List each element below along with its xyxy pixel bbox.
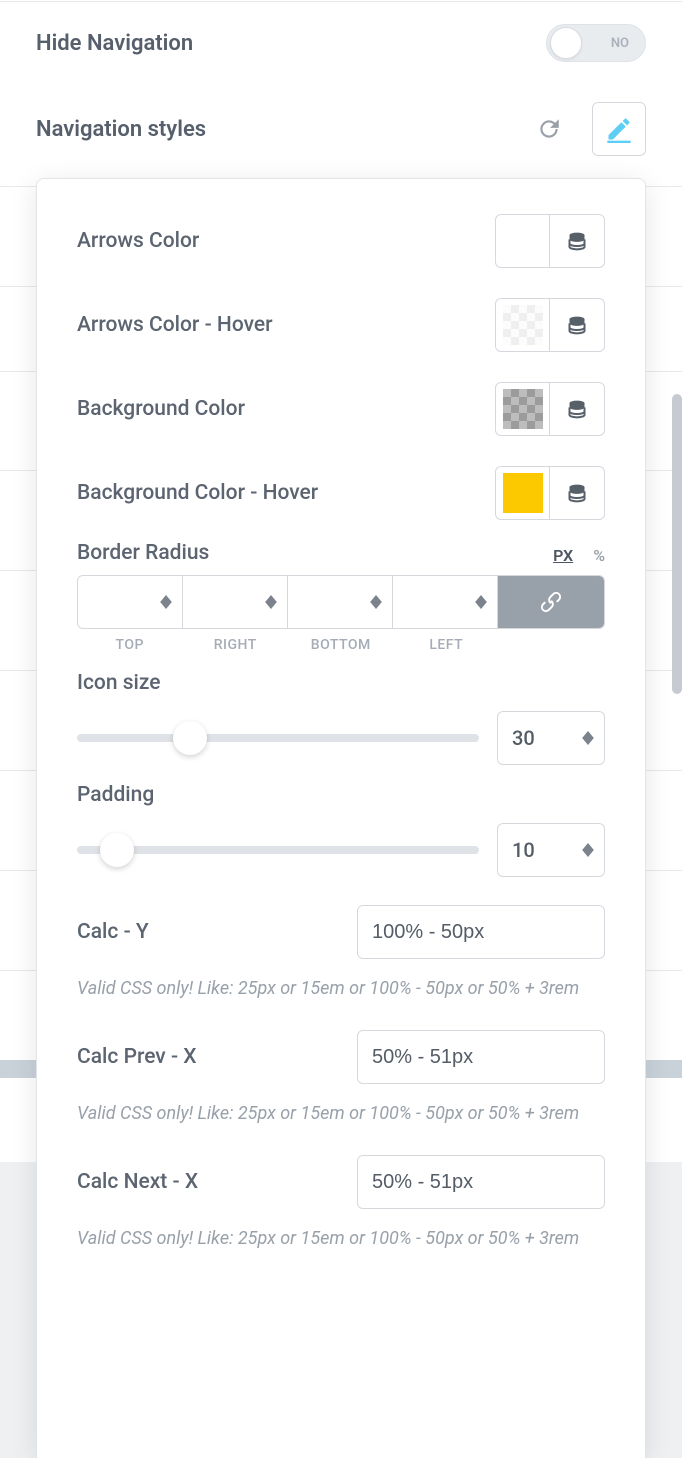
background-color-global-button[interactable]	[550, 383, 604, 435]
border-radius-right-cell	[183, 576, 288, 628]
icon-size-value: 30	[512, 726, 535, 750]
database-icon	[567, 230, 587, 252]
toggle-knob	[550, 27, 582, 59]
border-radius-link-button[interactable]	[498, 576, 604, 628]
background-hover-color-label: Background Color - Hover	[77, 481, 318, 505]
arrows-hover-color-swatch[interactable]	[496, 299, 550, 351]
border-radius-left-cell	[393, 576, 498, 628]
icon-size-section: Icon size 30	[77, 671, 605, 765]
hide-navigation-label: Hide Navigation	[36, 31, 193, 56]
border-radius-left-input[interactable]	[393, 576, 497, 628]
database-icon	[567, 314, 587, 336]
padding-section: Padding 10	[77, 783, 605, 877]
calc-next-hint: Valid CSS only! Like: 25px or 15em or 10…	[77, 1225, 605, 1252]
background-hover-color-swatch[interactable]	[496, 467, 550, 519]
navigation-styles-label: Navigation styles	[36, 117, 206, 142]
toggle-no-text: NO	[611, 36, 645, 51]
arrows-hover-color-global-button[interactable]	[550, 299, 604, 351]
navigation-styles-row: Navigation styles	[0, 86, 682, 172]
scrollbar-thumb[interactable]	[672, 394, 682, 694]
padding-label: Padding	[77, 783, 154, 807]
calc-prev-input[interactable]	[372, 1046, 590, 1069]
calc-next-input-wrap	[357, 1155, 605, 1209]
padding-value: 10	[512, 838, 535, 862]
background-hover-color-global-button[interactable]	[550, 467, 604, 519]
calc-next-input[interactable]	[372, 1171, 590, 1194]
calc-prev-hint: Valid CSS only! Like: 25px or 15em or 10…	[77, 1100, 605, 1127]
calc-next-row: Calc Next - X	[77, 1155, 605, 1209]
padding-slider[interactable]	[77, 823, 479, 877]
side-bottom-label: BOTTOM	[288, 637, 394, 653]
calc-prev-input-wrap	[357, 1030, 605, 1084]
arrows-hover-color-control	[495, 298, 605, 352]
icon-size-stepper[interactable]	[582, 731, 594, 745]
calc-prev-row: Calc Prev - X	[77, 1030, 605, 1084]
border-radius-side-labels: TOP RIGHT BOTTOM LEFT	[77, 637, 605, 653]
background-color-label: Background Color	[77, 397, 245, 421]
icon-size-value-box: 30	[497, 711, 605, 765]
link-icon	[539, 590, 563, 614]
icon-size-slider-thumb[interactable]	[173, 721, 207, 755]
database-icon	[567, 398, 587, 420]
side-top-label: TOP	[77, 637, 183, 653]
icon-size-slider[interactable]	[77, 711, 479, 765]
background-color-control	[495, 382, 605, 436]
border-radius-header: Border Radius PX %	[77, 541, 605, 565]
hide-navigation-toggle[interactable]: NO	[546, 24, 646, 62]
padding-slider-thumb[interactable]	[100, 833, 134, 867]
calc-y-row: Calc - Y	[77, 905, 605, 959]
navigation-styles-popover: Arrows Color Arrows Color - Hover	[36, 178, 646, 1458]
icon-size-label: Icon size	[77, 671, 161, 695]
arrows-color-global-button[interactable]	[550, 215, 604, 267]
background-hover-color-row: Background Color - Hover	[77, 451, 605, 535]
background-hover-color-control	[495, 466, 605, 520]
calc-y-input[interactable]	[372, 921, 590, 944]
border-radius-top-input[interactable]	[78, 576, 182, 628]
background-color-swatch[interactable]	[496, 383, 550, 435]
calc-y-input-wrap	[357, 905, 605, 959]
refresh-icon	[536, 116, 562, 142]
arrows-hover-color-row: Arrows Color - Hover	[77, 283, 605, 367]
background-color-row: Background Color	[77, 367, 605, 451]
border-radius-bottom-cell	[288, 576, 393, 628]
border-radius-unit-picker: PX %	[553, 546, 605, 565]
arrows-hover-color-label: Arrows Color - Hover	[77, 313, 273, 337]
arrows-color-swatch[interactable]	[496, 215, 550, 267]
border-radius-right-input[interactable]	[183, 576, 287, 628]
side-left-label: LEFT	[394, 637, 500, 653]
pencil-icon	[605, 115, 633, 143]
padding-value-box: 10	[497, 823, 605, 877]
border-radius-top-cell	[78, 576, 183, 628]
unit-percent-option[interactable]: %	[593, 546, 605, 565]
hide-navigation-row: Hide Navigation NO	[0, 0, 682, 86]
padding-stepper[interactable]	[582, 843, 594, 857]
arrows-color-row: Arrows Color	[77, 199, 605, 283]
border-radius-bottom-input[interactable]	[288, 576, 392, 628]
navigation-styles-actions	[522, 102, 646, 156]
calc-y-hint: Valid CSS only! Like: 25px or 15em or 10…	[77, 975, 605, 1002]
border-radius-label: Border Radius	[77, 541, 209, 565]
database-icon	[567, 482, 587, 504]
calc-prev-label: Calc Prev - X	[77, 1045, 341, 1069]
edit-button[interactable]	[592, 102, 646, 156]
side-right-label: RIGHT	[183, 637, 289, 653]
calc-next-label: Calc Next - X	[77, 1170, 341, 1194]
refresh-button[interactable]	[522, 102, 576, 156]
arrows-color-label: Arrows Color	[77, 229, 199, 253]
border-radius-inputs	[77, 575, 605, 629]
arrows-color-control	[495, 214, 605, 268]
calc-y-label: Calc - Y	[77, 920, 341, 944]
unit-px-option[interactable]: PX	[553, 546, 573, 565]
